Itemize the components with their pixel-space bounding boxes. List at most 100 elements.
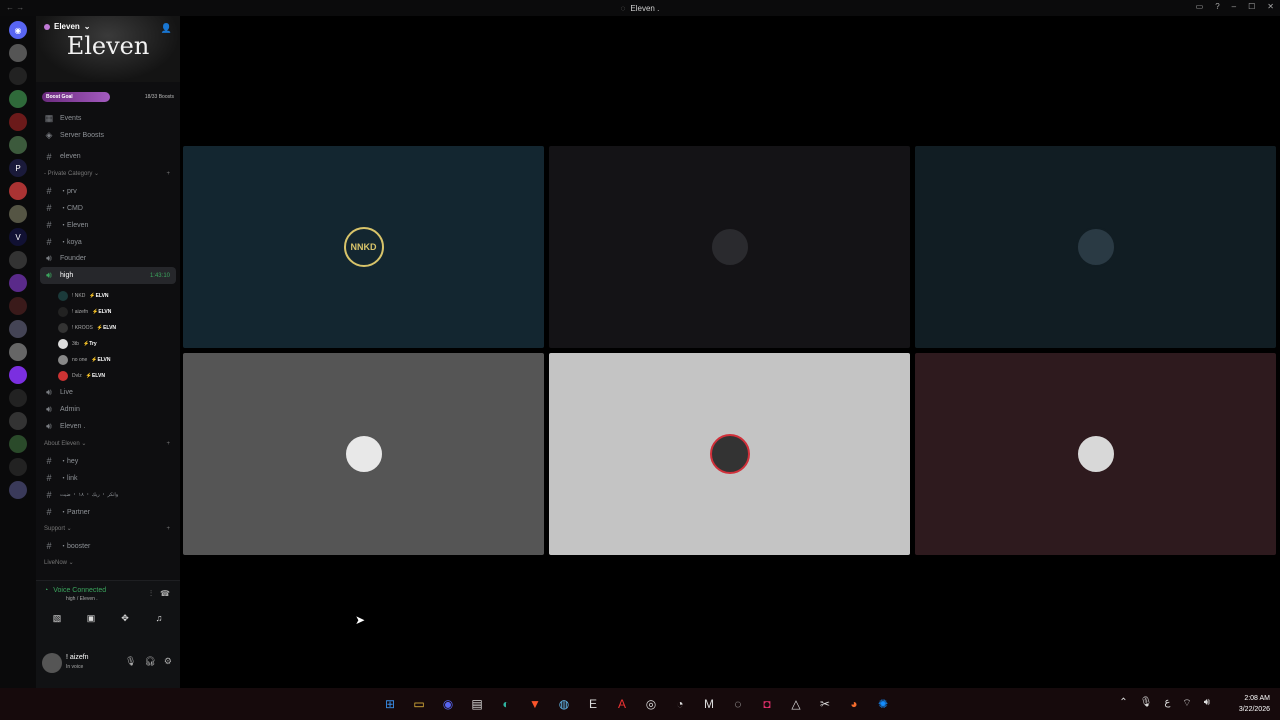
origin-icon[interactable]: ◕ [844, 694, 864, 714]
arc-icon[interactable]: △ [786, 694, 806, 714]
channel-eleven[interactable]: # eleven [36, 148, 180, 165]
server-icon[interactable] [9, 67, 27, 85]
nav-events[interactable]: ▦ Events [36, 110, 180, 127]
help-icon[interactable]: ? [1215, 2, 1219, 11]
voice-channel-live[interactable]: 🔊︎ Live [36, 384, 180, 401]
signal-icon[interactable]: ◔ [44, 587, 48, 594]
server-icon[interactable] [9, 458, 27, 476]
microphone-icon[interactable]: 🎙︎ [125, 656, 136, 667]
channel-hey[interactable]: # ・hey [36, 452, 180, 469]
channel-eleven-private[interactable]: # ・Eleven [36, 216, 180, 233]
channel-partner[interactable]: # ・Partner [36, 503, 180, 520]
channel-arabic[interactable]: # وانكر ・ ريك ・ ۱۸ ・ ضيت [36, 486, 180, 503]
settings-gear-icon[interactable]: ⚙ [164, 656, 172, 667]
server-icon[interactable] [9, 320, 27, 338]
language-icon[interactable]: ع [1164, 697, 1170, 710]
m-app-icon[interactable]: M [699, 694, 719, 714]
server-icon[interactable] [9, 435, 27, 453]
server-icon[interactable] [9, 389, 27, 407]
adobe-icon[interactable]: A [612, 694, 632, 714]
participant-tile[interactable] [915, 146, 1276, 348]
voice-channel-eleven[interactable]: 🔊︎ Eleven . [36, 418, 180, 435]
category-livenow[interactable]: LiveNow ⌄ [36, 554, 180, 571]
server-icon[interactable] [9, 44, 27, 62]
voice-channel-founder[interactable]: 🔊︎ Founder [36, 250, 180, 267]
category-about[interactable]: About Eleven ⌄ + [36, 435, 180, 452]
server-icon[interactable] [9, 205, 27, 223]
server-icon[interactable] [9, 366, 27, 384]
voice-connected-label[interactable]: Voice Connected [53, 587, 106, 594]
participant-tile[interactable] [549, 146, 910, 348]
server-icon[interactable] [9, 297, 27, 315]
close-button[interactable]: ✕ [1267, 2, 1274, 11]
avatar[interactable] [42, 653, 62, 673]
channel-booster[interactable]: # ・booster [36, 537, 180, 554]
microphone-icon[interactable]: 🎙︎ [1140, 697, 1153, 710]
channel-link[interactable]: # ・link [36, 469, 180, 486]
server-icon[interactable] [9, 90, 27, 108]
participant-tile[interactable] [183, 353, 544, 555]
server-header[interactable]: Eleven ⌄ [44, 22, 91, 31]
clock[interactable]: 2:08 AM 3/22/2026 [1239, 693, 1270, 715]
disconnect-icon[interactable]: ☎ [160, 589, 170, 599]
screen-share-icon[interactable]: ▣ [76, 611, 106, 625]
nav-server-boosts[interactable]: ◈ Server Boosts [36, 127, 180, 144]
server-icon[interactable] [9, 136, 27, 154]
category-private[interactable]: - Private Category ⌄ + [36, 165, 180, 182]
activities-icon[interactable]: ✥ [110, 611, 140, 625]
server-icon[interactable] [9, 182, 27, 200]
voice-channel-high[interactable]: 🔊︎ high 1:43:10 [40, 267, 176, 284]
voice-member[interactable]: no one ⚡ELVN [36, 352, 180, 368]
voice-member[interactable]: ! aizefn ⚡ELVN [36, 304, 180, 320]
category-support[interactable]: Support ⌄ + [36, 520, 180, 537]
noise-suppression-icon[interactable]: ⫶ [150, 589, 152, 599]
overwatch-icon[interactable]: ◔ [670, 694, 690, 714]
chevron-up-icon[interactable]: ⌃ [1119, 697, 1127, 710]
voice-channel-admin[interactable]: 🔊︎ Admin [36, 401, 180, 418]
username[interactable]: ! aizefn [66, 654, 89, 661]
app-icon[interactable]: ◌ [728, 694, 748, 714]
server-icon[interactable] [9, 113, 27, 131]
headphones-icon[interactable]: 🎧︎ [144, 656, 155, 667]
brave-icon[interactable]: ▼ [525, 694, 545, 714]
minimize-button[interactable]: – [1232, 2, 1236, 11]
capcut-icon[interactable]: ✂ [815, 694, 835, 714]
epic-games-icon[interactable]: E [583, 694, 603, 714]
server-icon[interactable] [9, 274, 27, 292]
boost-goal[interactable]: Boost Goal 18/33 Boosts [42, 92, 174, 102]
nav-arrows[interactable]: ← → [6, 3, 24, 12]
server-icon[interactable] [9, 251, 27, 269]
edge-icon[interactable]: ◐ [496, 694, 516, 714]
battlenet-icon[interactable]: ✺ [873, 694, 893, 714]
instagram-icon[interactable]: ◘ [757, 694, 777, 714]
file-explorer-icon[interactable]: ▭ [409, 694, 429, 714]
add-channel-icon[interactable]: + [166, 441, 170, 447]
store-icon[interactable]: ▤ [467, 694, 487, 714]
server-icon[interactable]: P [9, 159, 27, 177]
maximize-button[interactable]: ☐ [1248, 2, 1255, 11]
obs-icon[interactable]: ◎ [641, 694, 661, 714]
participant-tile[interactable] [915, 353, 1276, 555]
server-icon[interactable] [9, 481, 27, 499]
voice-member[interactable]: 3tb ⚡Try [36, 336, 180, 352]
add-channel-icon[interactable]: + [166, 171, 170, 177]
inbox-icon[interactable]: ▭ [1196, 2, 1204, 11]
steam-icon[interactable]: ◍ [554, 694, 574, 714]
voice-connected-channel[interactable]: high / Eleven . [66, 596, 98, 602]
volume-icon[interactable]: 🔊︎ [1204, 697, 1210, 710]
channel-cmd[interactable]: # ・CMD [36, 199, 180, 216]
channel-prv[interactable]: # ・prv [36, 182, 180, 199]
server-icon[interactable] [9, 412, 27, 430]
participant-tile[interactable] [549, 353, 910, 555]
add-channel-icon[interactable]: + [166, 526, 170, 532]
server-banner[interactable]: Eleven ⌄ 👤 Eleven [36, 16, 180, 82]
voice-member[interactable]: ! NKD ⚡ELVN [36, 288, 180, 304]
home-discord-icon[interactable]: ◉ [9, 21, 27, 39]
camera-off-icon[interactable]: ▧ [42, 611, 72, 625]
soundboard-icon[interactable]: ♫ [144, 611, 174, 625]
discord-icon[interactable]: ◉ [438, 694, 458, 714]
channel-koya[interactable]: # ・koya [36, 233, 180, 250]
participant-tile[interactable]: NNKD [183, 146, 544, 348]
voice-member[interactable]: ! KROOS ⚡ELVN [36, 320, 180, 336]
windows-start-icon[interactable]: ⊞ [380, 694, 400, 714]
